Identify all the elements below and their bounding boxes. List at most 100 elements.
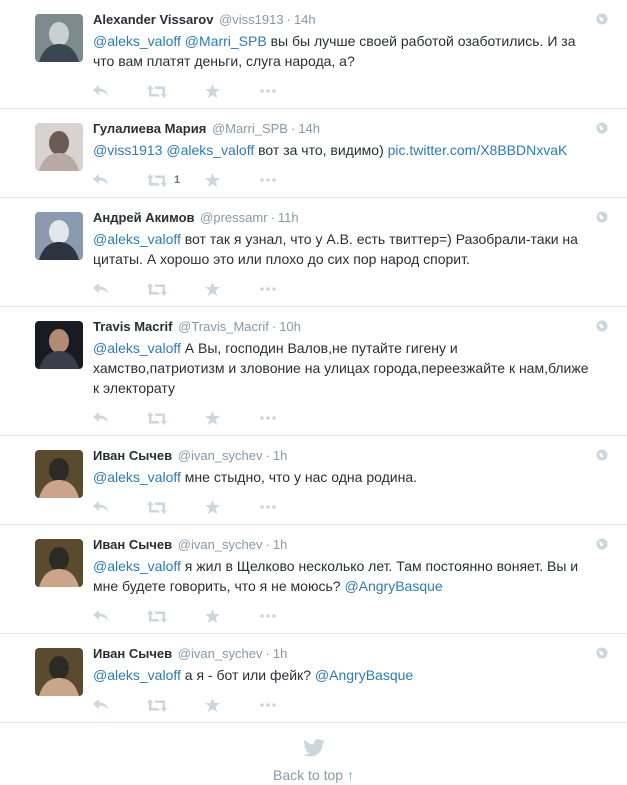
reply-button[interactable] — [93, 410, 109, 426]
separator-dot: · — [271, 319, 277, 334]
avatar[interactable] — [35, 123, 83, 171]
tweet-text-segment: а я - бот или фейк? — [180, 667, 315, 683]
favorite-icon — [205, 84, 220, 98]
tweet-link[interactable]: @aleks_valoff — [166, 142, 254, 158]
tweet-username[interactable]: @ivan_sychev — [178, 537, 263, 552]
reply-button[interactable] — [93, 499, 109, 515]
more-button[interactable] — [260, 83, 276, 99]
favorite-icon — [205, 411, 220, 425]
tweet-timestamp[interactable]: 1h — [273, 537, 287, 552]
tweet-text: @aleks_valoff @Marri_SPB вы бы лучше сво… — [93, 31, 613, 71]
avatar[interactable] — [35, 14, 83, 62]
tweet-username[interactable]: @viss1913 — [219, 12, 284, 27]
tweet-timestamp[interactable]: 11h — [278, 210, 299, 225]
avatar[interactable] — [35, 450, 83, 498]
tweet-text: @aleks_valoff мне стыдно, что у нас одна… — [93, 467, 613, 487]
more-button[interactable] — [260, 410, 276, 426]
more-button[interactable] — [260, 499, 276, 515]
tweet-fullname[interactable]: Иван Сычев — [93, 448, 172, 463]
avatar[interactable] — [35, 321, 83, 369]
tweet-item[interactable]: Иван Сычев @ivan_sychev · 1h @aleks_valoff… — [0, 525, 627, 634]
retweet-icon — [147, 609, 167, 623]
tweet-item[interactable]: Travis Macrif @Travis_Macrif · 10h @aleks_… — [0, 307, 627, 436]
reply-icon — [93, 699, 108, 710]
tweet-item[interactable]: Иван Сычев @ivan_sychev · 1h @aleks_valoff… — [0, 436, 627, 525]
tweet-text-segment: мне стыдно, что у нас одна родина. — [180, 469, 417, 485]
retweet-button[interactable]: 1 — [147, 172, 180, 188]
tweet-link[interactable]: @aleks_valoff — [93, 667, 181, 683]
tweet-fullname[interactable]: Иван Сычев — [93, 646, 172, 661]
separator-dot: · — [270, 210, 275, 225]
tweet-fullname[interactable]: Андрей Акимов — [93, 210, 195, 225]
favorite-button[interactable] — [205, 608, 220, 624]
tweet-timestamp[interactable]: 1h — [273, 646, 287, 661]
tweet-link[interactable]: @aleks_valoff — [93, 33, 181, 49]
retweet-button[interactable] — [147, 410, 174, 426]
reply-icon — [93, 174, 108, 185]
reply-button[interactable] — [93, 83, 109, 99]
tweet-link[interactable]: @Marri_SPB — [185, 33, 267, 49]
retweet-button[interactable] — [147, 83, 174, 99]
tweet-link[interactable]: @AngryBasque — [344, 578, 442, 594]
tweet-item[interactable]: Alexander Vissarov @viss1913 · 14h @aleks_… — [0, 0, 627, 109]
avatar[interactable] — [35, 539, 83, 587]
tweet-username[interactable]: @pressamr — [200, 210, 267, 225]
tweet-item[interactable]: Иван Сычев @ivan_sychev · 1h @aleks_valoff… — [0, 634, 627, 723]
tweet-item[interactable]: Андрей Акимов @pressamr · 11h @aleks_valof… — [0, 198, 627, 307]
favorite-button[interactable] — [205, 410, 220, 426]
tweet-username[interactable]: @Travis_Macrif — [178, 319, 269, 334]
tweet-username[interactable]: @Marri_SPB — [212, 121, 288, 136]
tweet-link[interactable]: @aleks_valoff — [93, 231, 181, 247]
retweet-icon — [147, 698, 167, 712]
retweet-button[interactable] — [147, 281, 174, 297]
tweet-link[interactable]: @aleks_valoff — [93, 469, 181, 485]
tweet-timestamp[interactable]: 10h — [279, 319, 301, 334]
tweet-text-segment: вот за что, видимо) — [254, 142, 388, 158]
favorite-button[interactable] — [205, 499, 220, 515]
globe-icon — [596, 320, 608, 332]
tweet-link[interactable]: @viss1913 — [93, 142, 162, 158]
tweet-fullname[interactable]: Alexander Vissarov — [93, 12, 213, 27]
tweet-fullname[interactable]: Гулалиева Мария — [93, 121, 206, 136]
favorite-button[interactable] — [205, 83, 220, 99]
more-button[interactable] — [260, 172, 276, 188]
tweet-item[interactable]: Гулалиева Мария @Marri_SPB · 14h @viss1913… — [0, 109, 627, 198]
tweet-link[interactable]: @AngryBasque — [315, 667, 413, 683]
tweet-timestamp[interactable]: 1h — [273, 448, 287, 463]
favorite-icon — [205, 173, 220, 187]
reply-button[interactable] — [93, 172, 109, 188]
tweet-actions — [93, 494, 613, 524]
more-button[interactable] — [260, 281, 276, 297]
twitter-bird-icon — [302, 739, 325, 757]
tweet-username[interactable]: @ivan_sychev — [178, 646, 263, 661]
favorite-button[interactable] — [205, 697, 220, 713]
favorite-button[interactable] — [205, 172, 220, 188]
tweet-actions: 1 — [93, 167, 613, 197]
retweet-button[interactable] — [147, 499, 174, 515]
more-icon — [260, 416, 276, 420]
reply-button[interactable] — [93, 697, 109, 713]
tweet-link[interactable]: @aleks_valoff — [93, 340, 181, 356]
retweet-button[interactable] — [147, 697, 174, 713]
more-button[interactable] — [260, 608, 276, 624]
tweet-fullname[interactable]: Иван Сычев — [93, 537, 172, 552]
tweet-link[interactable]: pic.twitter.com/X8BBDNxvaK — [388, 142, 568, 158]
tweet-link[interactable]: @aleks_valoff — [93, 558, 181, 574]
tweet-fullname[interactable]: Travis Macrif — [93, 319, 173, 334]
more-icon — [260, 703, 276, 707]
reply-button[interactable] — [93, 608, 109, 624]
retweet-button[interactable] — [147, 608, 174, 624]
back-to-top-link[interactable]: Back to top ↑ — [273, 767, 354, 783]
tweet-username[interactable]: @ivan_sychev — [178, 448, 263, 463]
tweet-timestamp[interactable]: 14h — [298, 121, 320, 136]
retweet-count: 1 — [174, 174, 181, 186]
tweet-actions — [93, 405, 613, 435]
retweet-icon — [147, 173, 167, 187]
avatar[interactable] — [35, 212, 83, 260]
reply-icon — [93, 85, 108, 96]
favorite-button[interactable] — [205, 281, 220, 297]
tweet-timestamp[interactable]: 14h — [294, 12, 316, 27]
reply-button[interactable] — [93, 281, 109, 297]
avatar[interactable] — [35, 648, 83, 696]
more-button[interactable] — [260, 697, 276, 713]
